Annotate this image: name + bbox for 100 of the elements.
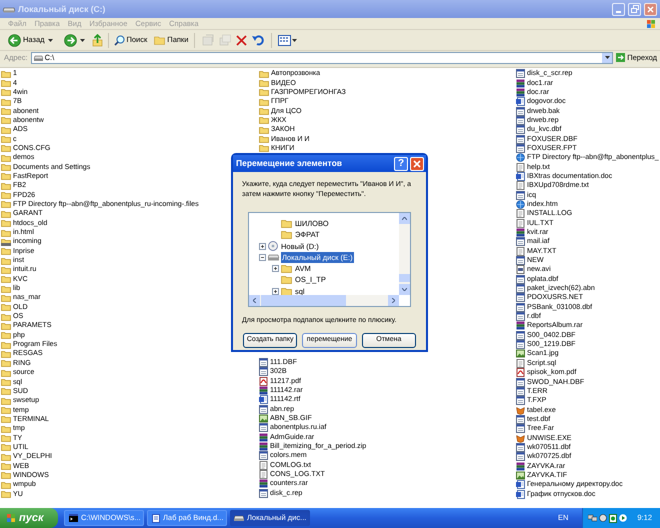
- file-icon: [516, 125, 525, 134]
- file-icon: [259, 423, 268, 432]
- text-file-icon: [516, 162, 525, 172]
- expand-icon: [272, 288, 279, 295]
- search-icon: [114, 34, 124, 46]
- drive-icon: [3, 5, 15, 13]
- toolbar-button[interactable]: [236, 34, 248, 46]
- close-icon: [647, 6, 654, 12]
- dropdown-button[interactable]: [602, 52, 612, 62]
- go-arrow-icon: [616, 53, 626, 62]
- archive-icon: [516, 228, 525, 238]
- file-icon: [516, 330, 525, 340]
- file-icon: [259, 358, 268, 368]
- file-icon: [516, 378, 525, 387]
- pdf-document-icon: [516, 368, 525, 378]
- chevron-down-icon: [402, 288, 407, 291]
- windows-flag-icon: [646, 18, 656, 28]
- file-icon: [516, 116, 525, 125]
- text-file-icon: [259, 470, 268, 480]
- file-icon: [516, 442, 525, 452]
- windows-flag-icon: [6, 513, 16, 523]
- close-button[interactable]: [410, 156, 424, 170]
- folder-icon: [154, 35, 166, 45]
- scroll-right-button[interactable]: [388, 295, 399, 306]
- close-button[interactable]: [644, 2, 657, 16]
- chevron-left-icon: [253, 298, 256, 303]
- up-button[interactable]: [92, 34, 102, 46]
- close-icon: [413, 160, 421, 168]
- folder-move-icon: [202, 34, 214, 46]
- caret-icon: [292, 38, 298, 42]
- file-icon: [516, 340, 525, 350]
- drive-icon: [268, 254, 279, 261]
- disc-icon: [268, 241, 278, 252]
- file-icon: [259, 367, 268, 376]
- file-icon: [516, 424, 525, 434]
- scroll-left-button[interactable]: [249, 295, 260, 306]
- video-file-icon: [516, 265, 525, 274]
- drive-icon: [34, 54, 43, 60]
- caret-icon: [48, 38, 52, 42]
- file-icon: [516, 293, 525, 302]
- forward-arrow-icon: [64, 34, 76, 46]
- play-icon: [619, 514, 628, 522]
- pdf-document-icon: [259, 376, 268, 386]
- document-icon: [516, 172, 525, 181]
- speaker-icon: [599, 514, 608, 522]
- expand-icon: [259, 242, 266, 250]
- image-icon: [259, 414, 268, 424]
- file-icon: [516, 452, 525, 462]
- text-file-icon: [516, 246, 525, 256]
- chevron-right-icon: [392, 298, 395, 303]
- network-icon: [588, 514, 598, 522]
- file-icon: [516, 274, 525, 284]
- file-icon: [259, 404, 268, 414]
- delete-icon: [236, 34, 248, 46]
- undo-icon: [252, 34, 264, 46]
- scroll-thumb[interactable]: [399, 274, 410, 282]
- archive-icon: [259, 442, 268, 452]
- horizontal-scrollbar[interactable]: [249, 295, 399, 306]
- file-icon: [516, 134, 525, 144]
- scroll-thumb[interactable]: [261, 295, 346, 306]
- document-icon: [152, 514, 160, 522]
- file-icon: [516, 106, 525, 116]
- forward-button[interactable]: [64, 34, 76, 46]
- collapse-icon: [259, 254, 266, 261]
- dialog-title: Перемещение элементов: [236, 157, 344, 170]
- archive-icon: [516, 88, 525, 97]
- image-icon: [516, 349, 525, 358]
- app-icon: [516, 434, 525, 443]
- file-icon: [516, 386, 525, 396]
- image-icon: [516, 470, 525, 480]
- folder-icon: [281, 275, 292, 284]
- file-icon: [516, 302, 525, 312]
- document-icon: [516, 97, 525, 106]
- scroll-down-button[interactable]: [399, 284, 410, 295]
- file-icon: [516, 284, 525, 294]
- text-file-icon: [516, 181, 525, 190]
- folder-icon: [281, 230, 292, 240]
- folder-icon: [281, 219, 292, 228]
- file-icon: [259, 451, 268, 460]
- file-icon: [516, 190, 525, 200]
- file-icon: [516, 396, 525, 406]
- folder-icon: [1, 238, 11, 246]
- minimize-button[interactable]: [612, 2, 625, 16]
- views-icon: [278, 34, 292, 46]
- file-icon: [516, 414, 525, 424]
- file-icon: [516, 237, 525, 246]
- restore-button[interactable]: [628, 2, 641, 16]
- vertical-scrollbar[interactable]: [399, 213, 410, 295]
- document-icon: [259, 395, 268, 404]
- text-file-icon: [516, 209, 525, 218]
- drive-icon: [234, 515, 244, 521]
- scroll-up-button[interactable]: [399, 213, 410, 224]
- toolbar-button[interactable]: [252, 34, 264, 46]
- window-title: Локальный диск (C:): [18, 2, 106, 16]
- text-file-icon: [516, 218, 525, 228]
- globe-icon: [516, 153, 525, 162]
- console-icon: [69, 514, 78, 522]
- help-button[interactable]: ?: [394, 156, 408, 170]
- views-button[interactable]: [278, 34, 298, 46]
- archive-icon: [516, 462, 525, 471]
